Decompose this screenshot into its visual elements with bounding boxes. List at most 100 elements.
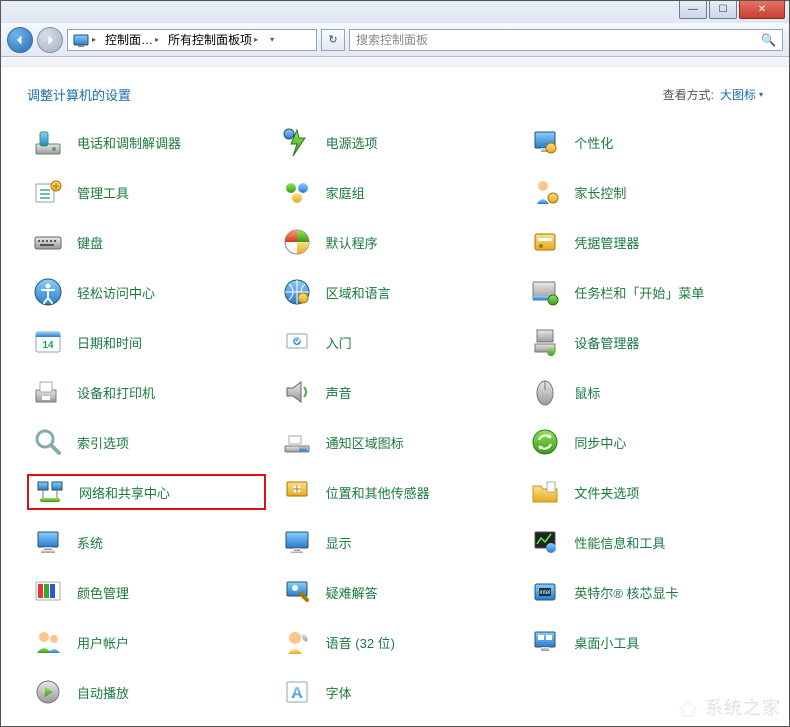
maximize-button[interactable]: ☐	[709, 1, 737, 19]
back-button[interactable]	[7, 27, 33, 53]
view-by-dropdown[interactable]: 大图标▾	[720, 86, 763, 103]
autoplay-icon	[31, 675, 65, 709]
cpl-item-admin-tools[interactable]: 管理工具	[27, 174, 266, 210]
cpl-item-homegroup[interactable]: 家庭组	[276, 174, 515, 210]
cpl-item-troubleshoot[interactable]: 疑难解答	[276, 574, 515, 610]
cpl-item-datetime[interactable]: 日期和时间	[27, 324, 266, 360]
cpl-item-devices-printers[interactable]: 设备和打印机	[27, 374, 266, 410]
cpl-item-label: 颜色管理	[77, 583, 129, 602]
cpl-item-label: 声音	[326, 383, 352, 402]
phone-modem-icon	[31, 125, 65, 159]
cpl-item-label: 键盘	[77, 233, 103, 252]
cpl-item-notification[interactable]: 通知区域图标	[276, 424, 515, 460]
cpl-item-label: 默认程序	[326, 233, 378, 252]
breadcrumb-2[interactable]: 所有控制面板项	[168, 31, 252, 48]
cpl-item-display[interactable]: 显示	[276, 524, 515, 560]
cpl-item-gadgets[interactable]: 桌面小工具	[524, 624, 763, 660]
breadcrumb-1[interactable]: 控制面…	[105, 31, 153, 48]
devices-printers-icon	[31, 375, 65, 409]
page-title: 调整计算机的设置	[27, 85, 131, 104]
credentials-icon	[528, 225, 562, 259]
cpl-item-folder-options[interactable]: 文件夹选项	[524, 474, 763, 510]
cpl-item-sync[interactable]: 同步中心	[524, 424, 763, 460]
cpl-item-label: 电话和调制解调器	[77, 133, 181, 152]
personalize-icon	[528, 125, 562, 159]
fonts-icon	[280, 675, 314, 709]
cpl-item-label: 桌面小工具	[574, 633, 639, 652]
cpl-item-parental[interactable]: 家长控制	[524, 174, 763, 210]
keyboard-icon	[31, 225, 65, 259]
cpl-item-label: 自动播放	[77, 683, 129, 702]
cpl-item-label: 位置和其他传感器	[326, 483, 430, 502]
cpl-item-label: 鼠标	[574, 383, 600, 402]
cpl-item-mouse[interactable]: 鼠标	[524, 374, 763, 410]
cpl-item-phone-modem[interactable]: 电话和调制解调器	[27, 124, 266, 160]
address-dropdown[interactable]: ▾	[263, 35, 281, 44]
device-manager-icon	[528, 325, 562, 359]
address-bar[interactable]: ▸ 控制面…▸ 所有控制面板项▸ ▾	[67, 29, 317, 51]
cpl-item-label: 区域和语言	[326, 283, 391, 302]
view-by-control: 查看方式: 大图标▾	[663, 86, 763, 103]
cpl-item-speech[interactable]: 语音 (32 位)	[276, 624, 515, 660]
cpl-item-label: 字体	[326, 683, 352, 702]
cpl-item-label: 通知区域图标	[326, 433, 404, 452]
search-placeholder: 搜索控制面板	[356, 31, 428, 48]
cpl-item-label: 家庭组	[326, 183, 365, 202]
cpl-item-keyboard[interactable]: 键盘	[27, 224, 266, 260]
cpl-item-network[interactable]: 网络和共享中心	[27, 474, 266, 510]
cpl-item-label: 同步中心	[574, 433, 626, 452]
intel-icon	[528, 575, 562, 609]
cpl-item-label: 个性化	[574, 133, 613, 152]
items-grid: 电话和调制解调器 电源选项 个性化管理工具 家庭组 家长控制键盘 默认程序 凭据管理器轻松访…	[27, 124, 763, 710]
sound-icon	[280, 375, 314, 409]
cpl-item-intel[interactable]: 英特尔® 核芯显卡	[524, 574, 763, 610]
cpl-item-credentials[interactable]: 凭据管理器	[524, 224, 763, 260]
search-input[interactable]: 搜索控制面板 🔍	[349, 29, 783, 51]
cpl-item-default-programs[interactable]: 默认程序	[276, 224, 515, 260]
parental-icon	[528, 175, 562, 209]
cpl-item-color[interactable]: 颜色管理	[27, 574, 266, 610]
cpl-item-taskbar[interactable]: 任务栏和「开始」菜单	[524, 274, 763, 310]
cpl-item-personalize[interactable]: 个性化	[524, 124, 763, 160]
troubleshoot-icon	[280, 575, 314, 609]
cpl-item-indexing[interactable]: 索引选项	[27, 424, 266, 460]
cpl-item-label: 性能信息和工具	[574, 533, 665, 552]
cpl-item-autoplay[interactable]: 自动播放	[27, 674, 266, 710]
cpl-item-label: 系统	[77, 533, 103, 552]
cpl-item-power[interactable]: 电源选项	[276, 124, 515, 160]
cpl-item-label: 英特尔® 核芯显卡	[574, 583, 678, 602]
cpl-item-label: 索引选项	[77, 433, 129, 452]
cpl-item-label: 设备和打印机	[77, 383, 155, 402]
sync-icon	[528, 425, 562, 459]
refresh-button[interactable]: ↻	[321, 29, 345, 51]
close-button[interactable]: ✕	[739, 1, 785, 19]
cpl-item-location[interactable]: 位置和其他传感器	[276, 474, 515, 510]
cpl-item-label: 网络和共享中心	[79, 483, 170, 502]
cpl-item-device-manager[interactable]: 设备管理器	[524, 324, 763, 360]
notification-icon	[280, 425, 314, 459]
gadgets-icon	[528, 625, 562, 659]
power-icon	[280, 125, 314, 159]
cpl-item-ease-access[interactable]: 轻松访问中心	[27, 274, 266, 310]
minimize-button[interactable]: —	[679, 1, 707, 19]
cpl-item-label: 入门	[326, 333, 352, 352]
forward-button[interactable]	[37, 27, 63, 53]
content-area: 调整计算机的设置 查看方式: 大图标▾ 电话和调制解调器 电源选项 个性化管理工具 家…	[1, 67, 789, 726]
toolbar-strip	[1, 57, 789, 67]
getting-started-icon	[280, 325, 314, 359]
taskbar-icon	[528, 275, 562, 309]
cpl-item-system[interactable]: 系统	[27, 524, 266, 560]
mouse-icon	[528, 375, 562, 409]
cpl-item-label: 疑难解答	[326, 583, 378, 602]
cpl-item-label: 设备管理器	[574, 333, 639, 352]
cpl-item-sound[interactable]: 声音	[276, 374, 515, 410]
cpl-item-region[interactable]: 区域和语言	[276, 274, 515, 310]
cpl-item-label: 任务栏和「开始」菜单	[574, 283, 704, 302]
cpl-item-fonts[interactable]: 字体	[276, 674, 515, 710]
window-titlebar: — ☐ ✕	[1, 1, 789, 23]
homegroup-icon	[280, 175, 314, 209]
cpl-item-getting-started[interactable]: 入门	[276, 324, 515, 360]
cpl-item-performance[interactable]: 性能信息和工具	[524, 524, 763, 560]
cpl-item-users[interactable]: 用户帐户	[27, 624, 266, 660]
speech-icon	[280, 625, 314, 659]
